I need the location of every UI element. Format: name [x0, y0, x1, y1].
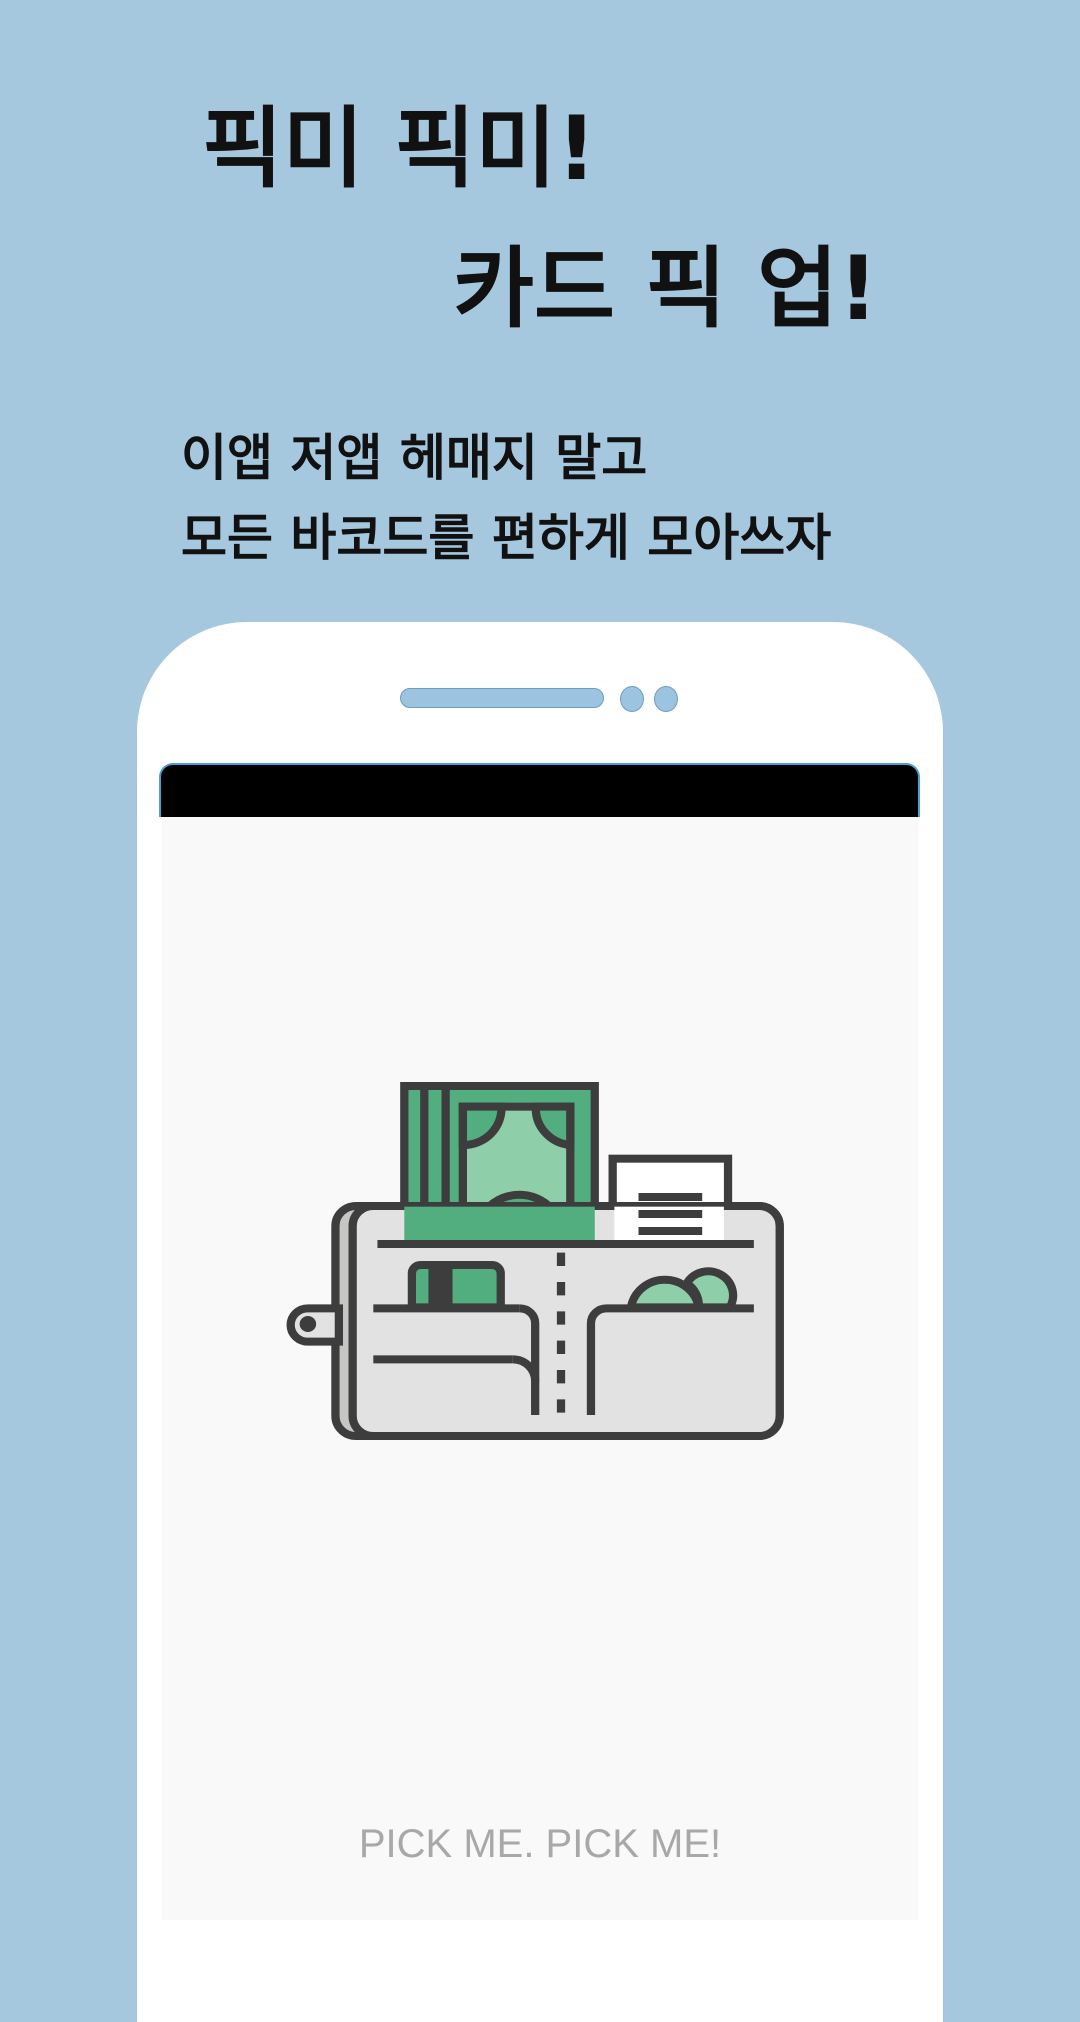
phone-speaker [400, 688, 604, 708]
subtitle-line-1: 이앱 저앱 헤매지 말고 [181, 429, 648, 487]
wallet-icon [286, 1082, 784, 1440]
status-bar [159, 763, 920, 817]
subtitle-line-2: 모든 바코드를 편하게 모아쓰자 [181, 509, 832, 567]
footer-tagline: PICK ME. PICK ME! [358, 1822, 722, 1866]
phone-camera [620, 686, 644, 712]
headline-line-2: 카드 픽 업! [453, 237, 879, 340]
headline-line-1: 픽미 픽미! [202, 97, 597, 200]
phone-sensor [654, 686, 678, 712]
